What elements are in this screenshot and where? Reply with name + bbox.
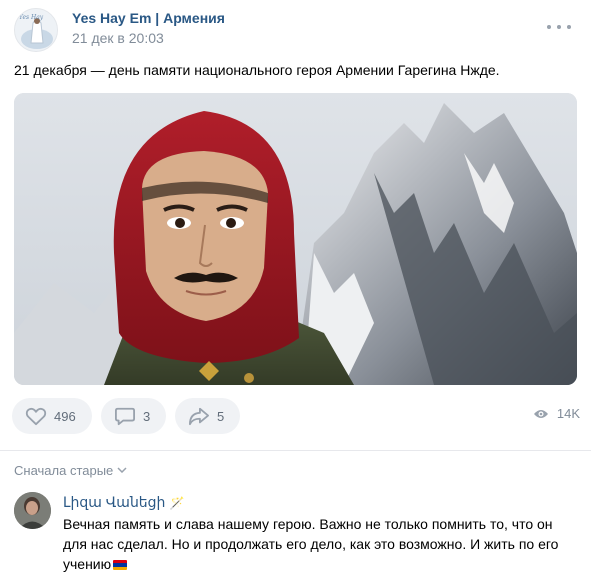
comment-button[interactable]: 3: [101, 398, 166, 434]
post-date[interactable]: 21 дек в 20:03: [72, 30, 164, 46]
commenter-name-text: Լիզա Վանեցի: [63, 494, 166, 510]
like-button[interactable]: 496: [12, 398, 92, 434]
commenter-name[interactable]: Լիզա Վանեցի 🪄: [63, 494, 184, 511]
post-header: Yes Hay Yes Hay Em | Армения 21 дек в 20…: [14, 8, 577, 54]
post-photo[interactable]: [14, 93, 577, 385]
post-actions: 496 3 5 14K: [12, 398, 580, 434]
community-name[interactable]: Yes Hay Em | Армения: [72, 10, 225, 26]
chevron-down-icon: [117, 465, 127, 476]
comment-text: Вечная память и слава нашему герою. Важн…: [63, 514, 579, 572]
comments-sort-dropdown[interactable]: Сначала старые: [14, 463, 127, 478]
share-icon: [187, 404, 211, 428]
divider: [0, 450, 591, 451]
comment-count: 3: [143, 408, 151, 424]
like-count: 496: [54, 408, 76, 424]
share-button[interactable]: 5: [175, 398, 240, 434]
share-count: 5: [217, 408, 225, 424]
heart-icon: [24, 404, 48, 428]
sort-label: Сначала старые: [14, 463, 114, 478]
comment-icon: [113, 404, 137, 428]
svg-text:Yes Hay: Yes Hay: [19, 14, 44, 21]
armenia-flag-icon: [113, 560, 128, 570]
portrait-image: [14, 93, 577, 385]
views-count: 14K: [556, 406, 580, 421]
eye-icon: [533, 408, 549, 420]
commenter-avatar[interactable]: [14, 492, 51, 529]
post-text: 21 декабря — день памяти национального г…: [14, 62, 500, 78]
more-options-icon[interactable]: [547, 20, 571, 34]
community-avatar[interactable]: Yes Hay: [14, 8, 58, 52]
badge-icon: 🪄: [169, 495, 185, 510]
comment-text-content: Вечная память и слава нашему герою. Важн…: [63, 516, 559, 572]
views-counter: 14K: [533, 406, 580, 421]
